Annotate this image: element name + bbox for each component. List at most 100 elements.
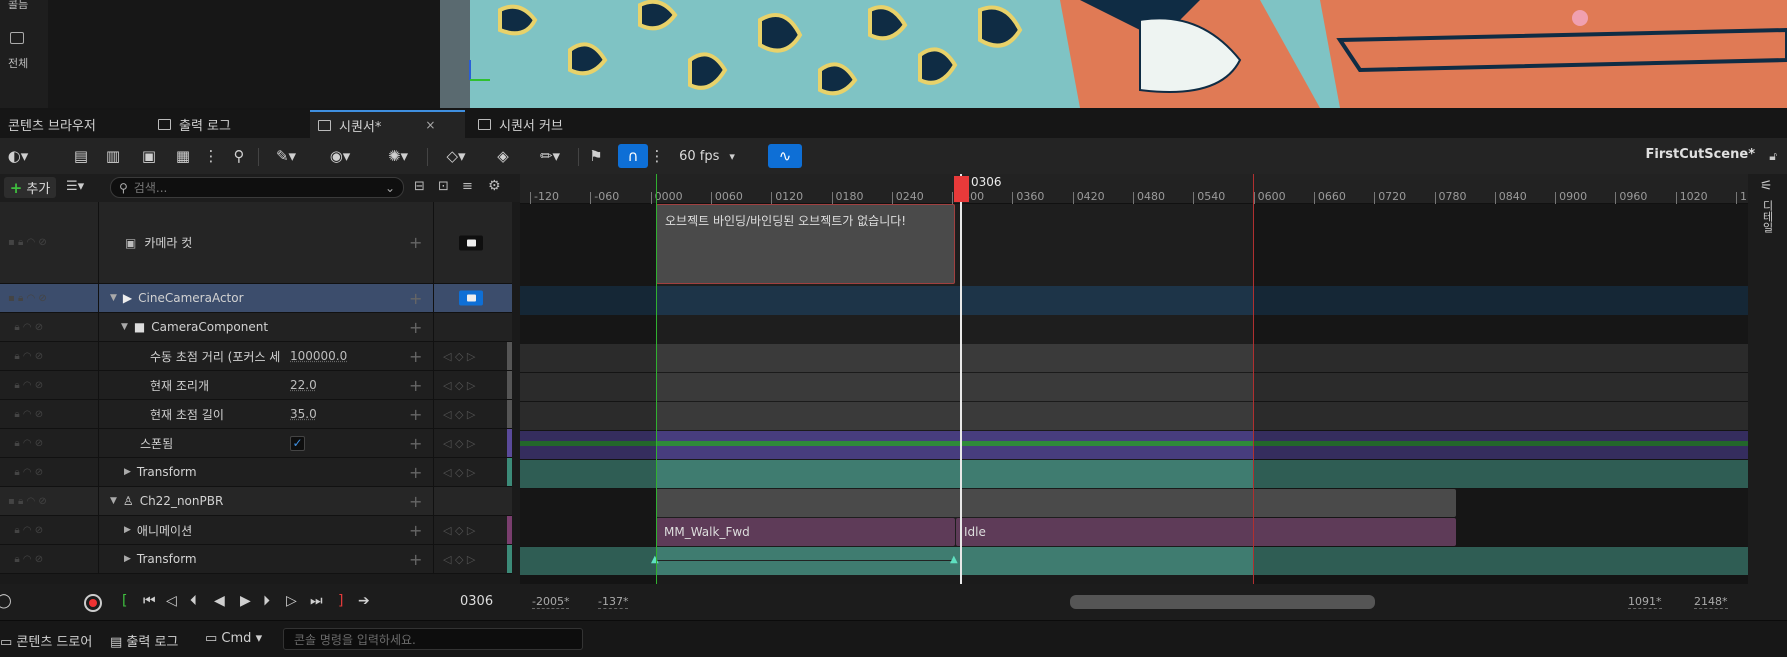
snap-magnet-icon[interactable]: ∩	[618, 144, 648, 168]
set-start-icon[interactable]: [	[122, 593, 127, 609]
tab-sequencer[interactable]: 시퀀서* ×	[310, 110, 465, 138]
key-navigation[interactable]: ◁ ◇ ▷	[443, 516, 475, 544]
playhead-line[interactable]	[960, 174, 962, 584]
find-asset-icon[interactable]: ▥	[102, 144, 124, 168]
camera-lock-button[interactable]	[459, 235, 483, 250]
property-value[interactable]: 22.0	[290, 371, 317, 399]
output-log-button[interactable]: ▤ 출력 로그	[110, 631, 178, 650]
left-panel-all-label[interactable]: 전체	[8, 55, 28, 71]
render-movie-icon[interactable]: ▣	[138, 144, 160, 168]
anim-section-walk[interactable]: MM_Walk_Fwd	[656, 518, 955, 546]
play-icon[interactable]: ▶	[240, 593, 251, 609]
eye-icon[interactable]: ◉▾	[320, 144, 360, 168]
next-key-icon[interactable]: ▷	[286, 593, 297, 609]
track-row-focal-length[interactable]: 🔒︎ ◠ ⊘ 현재 초점 길이 35.0 + ◁ ◇ ▷	[0, 400, 512, 429]
gear-icon[interactable]: ⚙	[488, 178, 501, 194]
auto-key-icon[interactable]: ◈	[492, 144, 514, 168]
add-key-icon[interactable]: +	[409, 371, 422, 399]
track-controls[interactable]: 🔒︎ ◠ ⊘	[8, 516, 43, 544]
record-button[interactable]	[84, 594, 102, 612]
track-row-ch22[interactable]: ▪ 🔒︎ ◠ ⊘ ▼ ♙ Ch22_nonPBR +	[0, 487, 512, 516]
track-controls[interactable]: 🔒︎ ◠ ⊘	[8, 342, 43, 370]
left-panel-item-label[interactable]: 콜듬	[8, 0, 28, 12]
content-drawer-button[interactable]: ▭ 콘텐츠 드로어	[0, 631, 92, 650]
add-key-icon[interactable]: +	[409, 284, 422, 312]
key-icon[interactable]: ◇▾	[436, 144, 476, 168]
track-row-transform[interactable]: 🔒︎ ◠ ⊘ ▶ Transform + ◁ ◇ ▷	[0, 545, 512, 574]
close-icon[interactable]: ×	[425, 118, 435, 132]
track-row-manual-focus[interactable]: 🔒︎ ◠ ⊘ 수동 초점 거리 (포커스 세 100000.0 + ◁ ◇ ▷	[0, 342, 512, 371]
track-controls[interactable]: 🔒︎ ◠ ⊘	[8, 313, 43, 341]
track-controls[interactable]: ▪ 🔒︎ ◠ ⊘	[8, 487, 47, 515]
list-icon[interactable]: ≡	[462, 179, 473, 194]
playhead-handle[interactable]	[954, 176, 969, 202]
key-navigation[interactable]: ◁ ◇ ▷	[443, 371, 475, 399]
expand-arrow-icon[interactable]: ▼	[121, 322, 128, 332]
jump-end-icon[interactable]: ⏭	[310, 593, 323, 609]
camera-cut-section[interactable]: 오브젝트 바인딩/바인딩된 오브젝트가 없습니다!	[656, 204, 955, 284]
tab-sequencer-curves[interactable]: 시퀀서 커브	[470, 110, 620, 138]
curve-editor-icon[interactable]: ∿	[768, 144, 802, 168]
keyframe-marker[interactable]: ▲	[651, 554, 659, 565]
camera-lock-button[interactable]	[459, 290, 483, 306]
property-value[interactable]: 35.0	[290, 400, 317, 428]
timeline-area[interactable]: -120 -060 0000 0060 0120 0180 0240 0300 0360 0420…	[520, 174, 1748, 584]
set-end-icon[interactable]: ]	[338, 593, 343, 609]
track-row-camera-cuts[interactable]: ▪ 🔒︎ ◠ ⊘ ▣ 카메라 컷 +	[0, 202, 512, 284]
save-icon[interactable]: ▤	[70, 144, 92, 168]
world-icon[interactable]: ◐▾	[0, 144, 36, 168]
clapper-icon[interactable]: ▦	[172, 144, 194, 168]
lock-icon[interactable]: 🔓︎	[1769, 149, 1777, 164]
track-controls[interactable]: 🔒︎ ◠ ⊘	[8, 400, 43, 428]
details-side-tab[interactable]: 디테일	[1755, 200, 1775, 233]
play-reverse-icon[interactable]: ◀	[214, 593, 225, 609]
pencil-icon[interactable]: ✏▾	[530, 144, 570, 168]
view-range-end[interactable]: 2148*	[1694, 595, 1728, 609]
ch22-section[interactable]	[656, 489, 1456, 517]
track-row-transform[interactable]: 🔒︎ ◠ ⊘ ▶ Transform + ◁ ◇ ▷	[0, 458, 512, 487]
current-frame-field[interactable]: 0306	[460, 594, 493, 609]
add-key-icon[interactable]: +	[409, 487, 422, 515]
playback-range-end[interactable]: 1091*	[1628, 595, 1662, 609]
add-key-icon[interactable]: +	[409, 202, 422, 283]
level-viewport[interactable]	[440, 0, 1787, 108]
playback-options-icon[interactable]: ✺▾	[378, 144, 418, 168]
timeline-scrollbar[interactable]	[1070, 595, 1375, 609]
hierarchy-icon[interactable]: ⚲	[228, 144, 250, 168]
add-key-icon[interactable]: +	[409, 400, 422, 428]
key-navigation[interactable]: ◁ ◇ ▷	[443, 429, 475, 457]
step-forward-icon[interactable]: ⏵	[263, 593, 270, 609]
add-key-icon[interactable]: +	[409, 458, 422, 486]
jump-start-icon[interactable]: ⏮	[143, 593, 156, 609]
key-navigation[interactable]: ◁ ◇ ▷	[443, 458, 475, 486]
key-navigation[interactable]: ◁ ◇ ▷	[443, 545, 475, 573]
track-controls[interactable]: 🔒︎ ◠ ⊘	[8, 545, 43, 573]
more-options-icon[interactable]: ⋮	[204, 144, 219, 168]
track-controls[interactable]: 🔒︎ ◠ ⊘	[8, 429, 43, 457]
track-row-aperture[interactable]: 🔒︎ ◠ ⊘ 현재 조리개 22.0 + ◁ ◇ ▷	[0, 371, 512, 400]
sliders-icon[interactable]: ⚟	[1760, 178, 1773, 194]
step-back-icon[interactable]: ⏴	[190, 593, 197, 609]
spawned-checkbox[interactable]: ✓	[290, 435, 305, 451]
add-key-icon[interactable]: +	[409, 429, 422, 457]
track-controls[interactable]: ▪ 🔒︎ ◠ ⊘	[8, 202, 47, 283]
prev-key-icon[interactable]: ◁	[166, 593, 177, 609]
wrench-icon[interactable]: ✎▾	[266, 144, 306, 168]
playback-range-start[interactable]: -137*	[598, 595, 629, 609]
add-key-icon[interactable]: +	[409, 516, 422, 544]
track-row-camera-component[interactable]: 🔒︎ ◠ ⊘ ▼ ■ CameraComponent +	[0, 313, 512, 342]
tab-output-log[interactable]: 출력 로그	[150, 110, 300, 138]
track-row-animation[interactable]: 🔒︎ ◠ ⊘ ▶ 애니메이션 + ◁ ◇ ▷	[0, 516, 512, 545]
expand-arrow-icon[interactable]: ▶	[124, 554, 131, 564]
track-controls[interactable]: 🔒︎ ◠ ⊘	[8, 371, 43, 399]
playback-mode-icon[interactable]: ➔	[358, 593, 370, 609]
expand-arrow-icon[interactable]: ▼	[110, 496, 117, 506]
add-track-button[interactable]: + 추가	[4, 177, 56, 198]
view-range-start[interactable]: -2005*	[532, 595, 570, 609]
playback-start-marker[interactable]	[656, 174, 657, 584]
tab-content-browser[interactable]: 콘텐츠 브라우저	[0, 110, 145, 138]
expand-all-icon[interactable]: ⊟	[414, 179, 425, 194]
playback-end-marker[interactable]	[1253, 174, 1254, 584]
expand-arrow-icon[interactable]: ▼	[110, 293, 117, 303]
add-key-icon[interactable]: +	[409, 313, 422, 341]
